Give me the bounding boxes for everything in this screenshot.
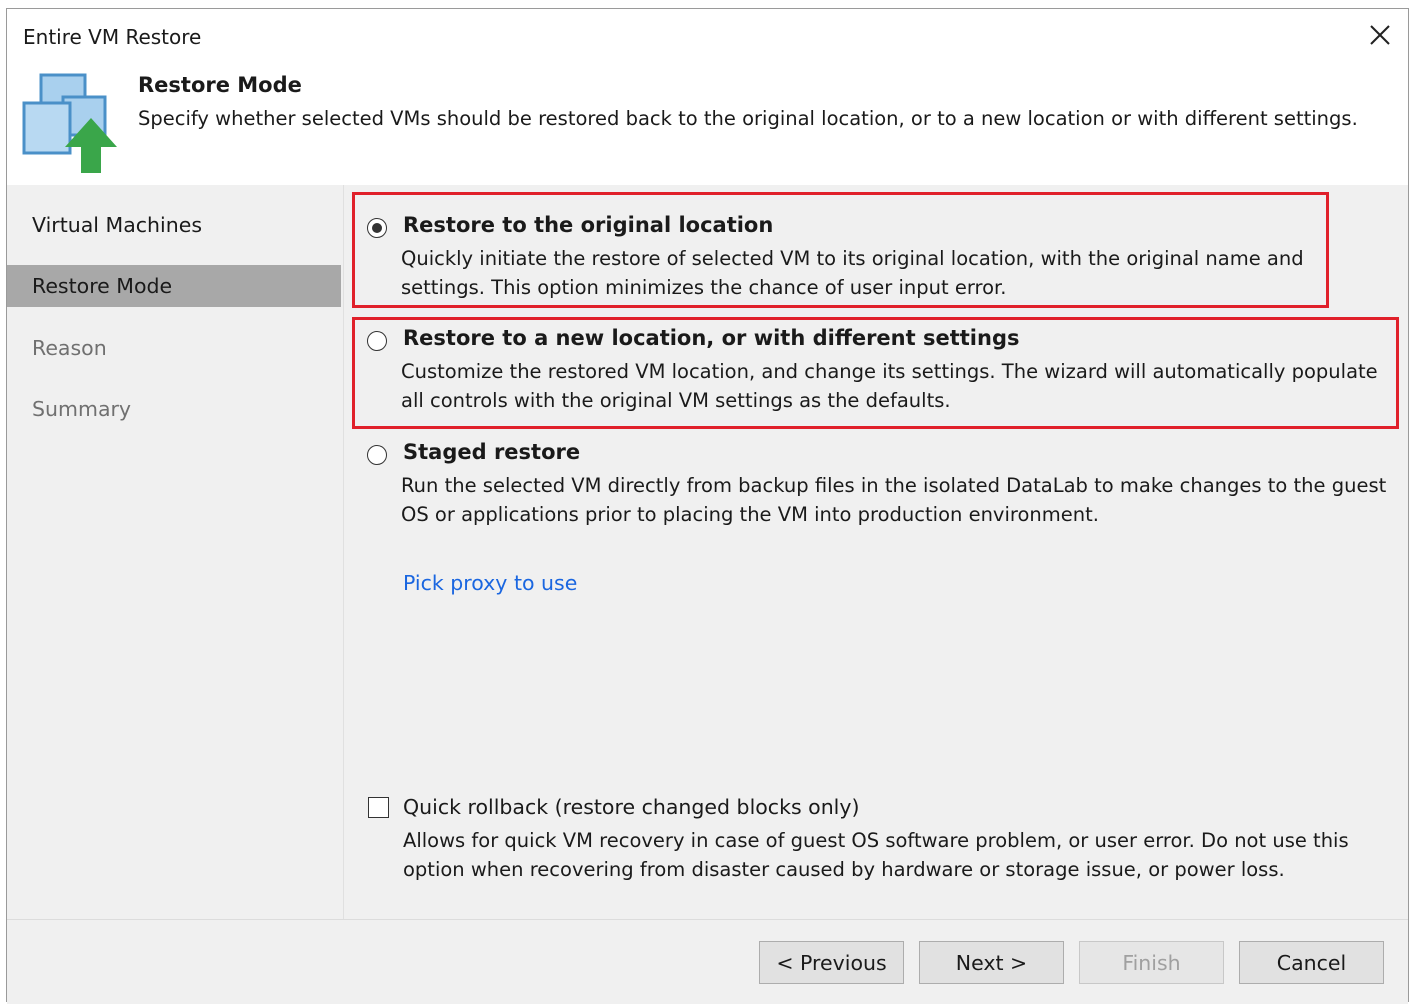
sidebar-item-summary: Summary [32,397,132,421]
sidebar-item-restore-mode[interactable]: Restore Mode [7,265,341,307]
header-description: Specify whether selected VMs should be r… [138,107,1358,130]
previous-button[interactable]: < Previous [759,941,904,984]
wizard-steps-sidebar: Virtual Machines Restore Mode Reason Sum… [7,185,344,919]
header-title: Restore Mode [138,73,302,97]
quick-rollback-checkbox[interactable] [368,797,389,818]
wizard-header: Restore Mode Specify whether selected VM… [7,61,1408,185]
option-title[interactable]: Restore to the original location [403,213,773,237]
sidebar-item-virtual-machines[interactable]: Virtual Machines [7,204,341,246]
title-bar: Entire VM Restore [7,9,1408,61]
close-icon [1370,25,1390,45]
radio-staged-restore[interactable] [367,445,387,465]
cancel-button[interactable]: Cancel [1239,941,1384,984]
radio-new-location[interactable] [367,331,387,351]
wizard-window: Entire VM Restore Restore Mode Specify w… [6,8,1409,1004]
option-title[interactable]: Restore to a new location, or with diffe… [403,326,1019,350]
sidebar-item-reason: Reason [32,336,107,360]
option-description: Quickly initiate the restore of selected… [401,247,1304,299]
restore-mode-panel: Restore to the original location Quickly… [344,185,1408,919]
wizard-footer: < Previous Next > Finish Cancel [7,919,1408,1004]
quick-rollback-description: Allows for quick VM recovery in case of … [403,829,1349,881]
finish-button: Finish [1079,941,1224,984]
pick-proxy-link[interactable]: Pick proxy to use [403,571,577,595]
vm-restore-icon [21,73,117,177]
option-description: Run the selected VM directly from backup… [401,474,1387,526]
option-title[interactable]: Staged restore [403,440,580,464]
window-title: Entire VM Restore [23,25,202,49]
radio-original-location[interactable] [367,218,387,238]
option-description: Customize the restored VM location, and … [401,360,1378,412]
quick-rollback-label[interactable]: Quick rollback (restore changed blocks o… [403,795,860,819]
next-button[interactable]: Next > [919,941,1064,984]
close-button[interactable] [1366,21,1394,49]
